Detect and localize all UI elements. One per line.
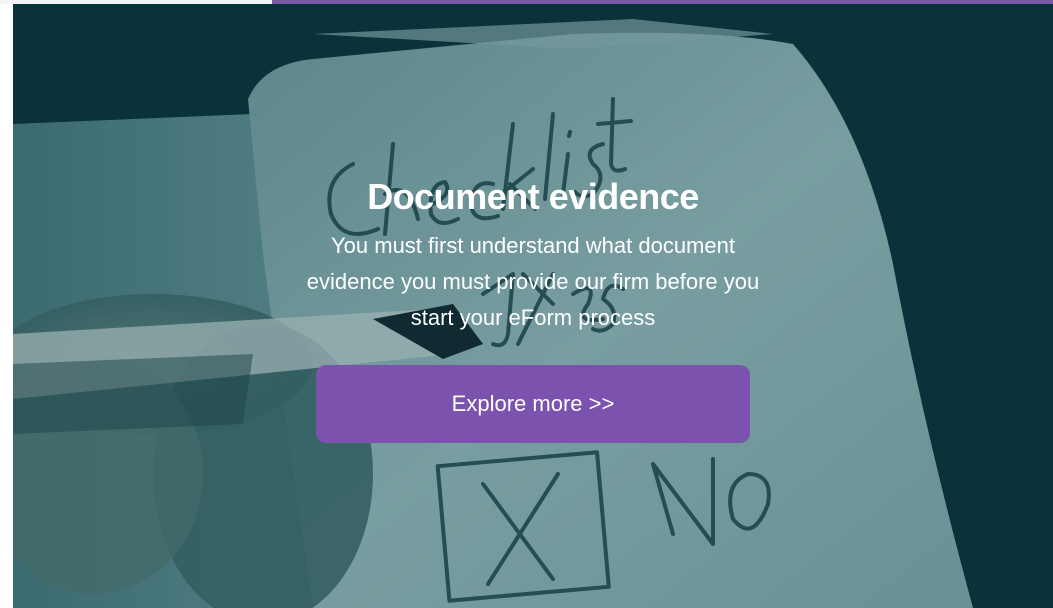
hero-title: Document evidence xyxy=(367,176,699,217)
hero-banner: Document evidence You must first underst… xyxy=(13,4,1053,608)
hero-content: Document evidence You must first underst… xyxy=(13,4,1053,608)
hero-subtitle: You must first understand what document … xyxy=(306,233,760,330)
explore-more-button[interactable]: Explore more >> xyxy=(316,365,750,443)
